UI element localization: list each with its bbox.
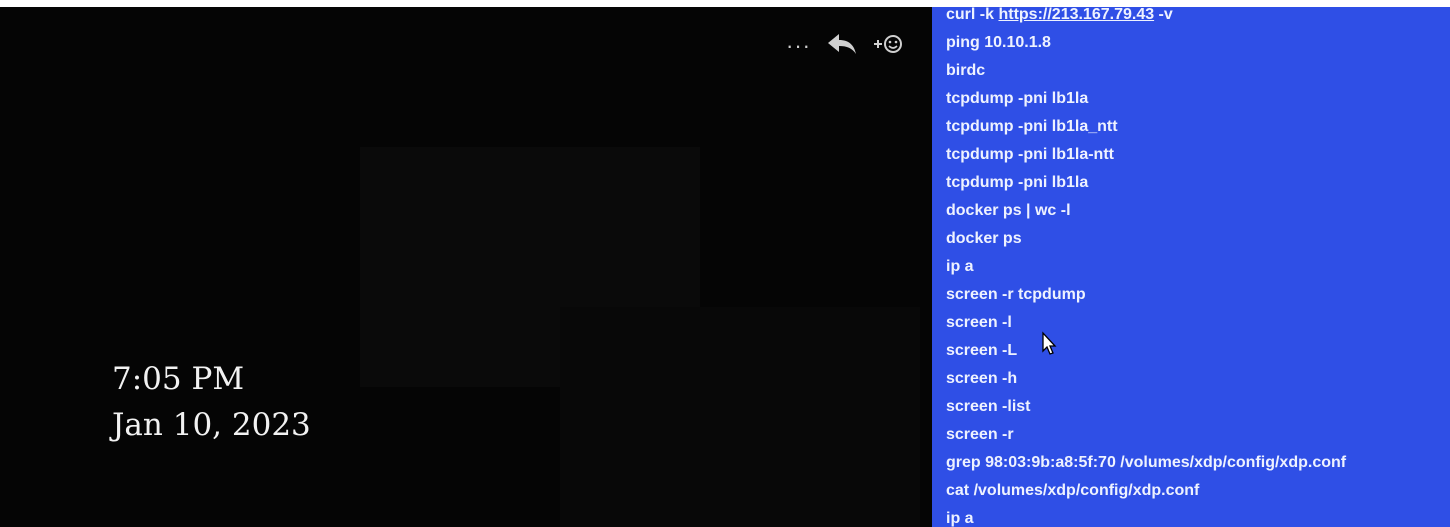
command-text: tcpdump -pni lb1la <box>946 174 1089 191</box>
command-text: screen -l <box>946 314 1012 331</box>
command-history: curl -k https://213.167.79.43 -v ping 10.… <box>946 1 1346 527</box>
command-text: tcpdump -pni lb1la_ntt <box>946 118 1118 135</box>
terminal-pane[interactable]: curl -k https://213.167.79.43 -v ping 10.… <box>932 6 1450 527</box>
command-text: cat /volumes/xdp/config/xdp.conf <box>946 482 1200 499</box>
command-text: curl -k <box>946 6 999 23</box>
terminal-line: tcpdump -pni lb1la_ntt <box>946 113 1346 141</box>
terminal-line: docker ps <box>946 225 1346 253</box>
terminal-line: cat /volumes/xdp/config/xdp.conf <box>946 477 1346 505</box>
terminal-line: docker ps | wc -l <box>946 197 1346 225</box>
terminal-line: tcpdump -pni lb1la-ntt <box>946 141 1346 169</box>
mouse-cursor-icon <box>1042 331 1057 355</box>
timestamp-time: 7:05 PM <box>112 361 245 397</box>
terminal-line: screen -h <box>946 365 1346 393</box>
command-text: screen -L <box>946 342 1018 359</box>
terminal-line: screen -l <box>946 309 1346 337</box>
command-text: birdc <box>946 62 986 79</box>
terminal-line: screen -r tcpdump <box>946 281 1346 309</box>
command-flag: -v <box>1154 6 1173 23</box>
terminal-line: birdc <box>946 57 1346 85</box>
url-link[interactable]: https://213.167.79.43 <box>998 6 1154 23</box>
command-text: screen -r tcpdump <box>946 286 1086 303</box>
video-pane <box>0 7 932 527</box>
command-text: screen -r <box>946 426 1014 443</box>
terminal-line: screen -list <box>946 393 1346 421</box>
reply-icon[interactable] <box>827 32 857 61</box>
message-actions: ··· <box>786 30 903 62</box>
command-text: docker ps <box>946 230 1022 247</box>
command-text: ip a <box>946 258 974 275</box>
timestamp-date: Jan 10, 2023 <box>112 407 311 443</box>
terminal-line: grep 98:03:9b:a8:5f:70 /volumes/xdp/conf… <box>946 449 1346 477</box>
terminal-line: ip a <box>946 253 1346 281</box>
command-text: ping 10.10.1.8 <box>946 34 1051 51</box>
terminal-line: curl -k https://213.167.79.43 -v <box>946 1 1346 29</box>
command-text: screen -list <box>946 398 1031 415</box>
terminal-line: ip a <box>946 505 1346 527</box>
terminal-line: tcpdump -pni lb1la <box>946 169 1346 197</box>
command-text: grep 98:03:9b:a8:5f:70 /volumes/xdp/conf… <box>946 454 1347 471</box>
terminal-line: tcpdump -pni lb1la <box>946 85 1346 113</box>
add-reaction-icon[interactable] <box>873 32 903 61</box>
more-icon[interactable]: ··· <box>786 35 811 57</box>
screen-frame: ··· 7:05 PM Jan 10, 2023 curl -k https:/… <box>0 0 1450 527</box>
timestamp-overlay: 7:05 PM Jan 10, 2023 <box>112 356 311 448</box>
command-text: screen -h <box>946 370 1018 387</box>
terminal-line: screen -L <box>946 337 1346 365</box>
shadow-area <box>560 307 920 527</box>
command-text: ip a <box>946 510 974 527</box>
command-text: docker ps | wc -l <box>946 202 1071 219</box>
terminal-line: ping 10.10.1.8 <box>946 29 1346 57</box>
command-text: tcpdump -pni lb1la <box>946 90 1089 107</box>
command-text: tcpdump -pni lb1la-ntt <box>946 146 1114 163</box>
terminal-line: screen -r <box>946 421 1346 449</box>
